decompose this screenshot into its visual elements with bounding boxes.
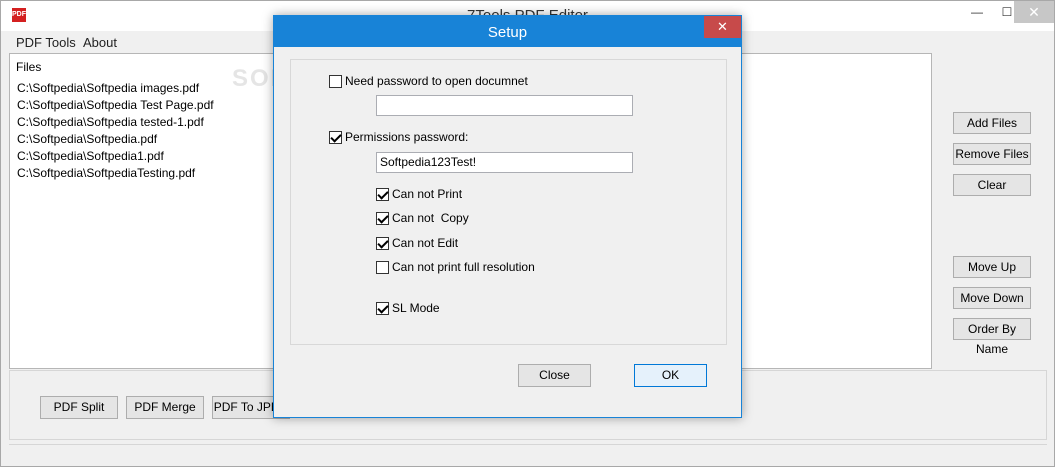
status-bar	[9, 444, 1047, 462]
need-password-label: Need password to open documnet	[345, 74, 528, 88]
sl-mode-checkbox[interactable]: SL Mode	[376, 301, 440, 315]
menu-about[interactable]: About	[83, 35, 117, 50]
sl-mode-box[interactable]	[376, 301, 389, 315]
order-by-name-button[interactable]: Order By Name	[953, 318, 1031, 356]
dialog-body: Need password to open documnet Permissio…	[274, 47, 741, 417]
remove-files-button[interactable]: Remove Files	[953, 143, 1031, 165]
list-item[interactable]: C:\Softpedia\SoftpediaTesting.pdf	[17, 166, 195, 180]
permissions-password-box[interactable]	[329, 130, 342, 144]
list-item[interactable]: C:\Softpedia\Softpedia1.pdf	[17, 149, 164, 163]
close-window-button[interactable]: ✕	[1014, 1, 1054, 23]
permissions-password-checkbox[interactable]: Permissions password:	[329, 130, 468, 144]
cannot-print-box[interactable]	[376, 187, 389, 201]
add-files-button[interactable]: Add Files	[953, 112, 1031, 134]
permissions-password-field[interactable]: Softpedia123Test!	[376, 152, 633, 173]
close-button[interactable]: Close	[518, 364, 591, 387]
cannot-print-full-resolution-label: Can not print full resolution	[392, 260, 535, 274]
cannot-copy-label: Can not Copy	[392, 211, 469, 225]
permissions-password-label: Permissions password:	[345, 130, 469, 144]
move-up-button[interactable]: Move Up	[953, 256, 1031, 278]
files-header: Files	[16, 60, 42, 74]
dialog-title: Setup	[487, 24, 528, 41]
cannot-print-full-resolution-checkbox[interactable]: Can not print full resolution	[376, 260, 535, 274]
move-down-button[interactable]: Move Down	[953, 287, 1031, 309]
need-password-box[interactable]	[329, 74, 342, 88]
cannot-print-label: Can not Print	[392, 187, 463, 201]
ok-button[interactable]: OK	[634, 364, 707, 387]
open-password-field[interactable]	[376, 95, 633, 116]
cannot-edit-label: Can not Edit	[392, 236, 459, 250]
setup-dialog: Setup ✕ Need password to open documnet P…	[273, 15, 742, 418]
need-password-checkbox[interactable]: Need password to open documnet	[329, 74, 528, 88]
clear-button[interactable]: Clear	[953, 174, 1031, 196]
sl-mode-label: SL Mode	[392, 301, 440, 315]
cannot-print-checkbox[interactable]: Can not Print	[376, 187, 462, 201]
menu-pdf-tools[interactable]: PDF Tools	[16, 35, 76, 50]
minimize-button[interactable]: —	[962, 1, 992, 23]
pdf-split-button[interactable]: PDF Split	[40, 396, 118, 419]
cannot-copy-box[interactable]	[376, 211, 389, 225]
cannot-print-full-resolution-box[interactable]	[376, 260, 389, 274]
list-item[interactable]: C:\Softpedia\Softpedia tested-1.pdf	[17, 115, 204, 129]
dialog-close-icon[interactable]: ✕	[704, 16, 741, 38]
cannot-copy-checkbox[interactable]: Can not Copy	[376, 211, 469, 225]
dialog-title-bar: Setup ✕	[274, 16, 741, 47]
cannot-edit-checkbox[interactable]: Can not Edit	[376, 236, 458, 250]
list-item[interactable]: C:\Softpedia\Softpedia.pdf	[17, 132, 157, 146]
cannot-edit-box[interactable]	[376, 236, 389, 250]
list-item[interactable]: C:\Softpedia\Softpedia images.pdf	[17, 81, 199, 95]
pdf-merge-button[interactable]: PDF Merge	[126, 396, 204, 419]
list-item[interactable]: C:\Softpedia\Softpedia Test Page.pdf	[17, 98, 214, 112]
